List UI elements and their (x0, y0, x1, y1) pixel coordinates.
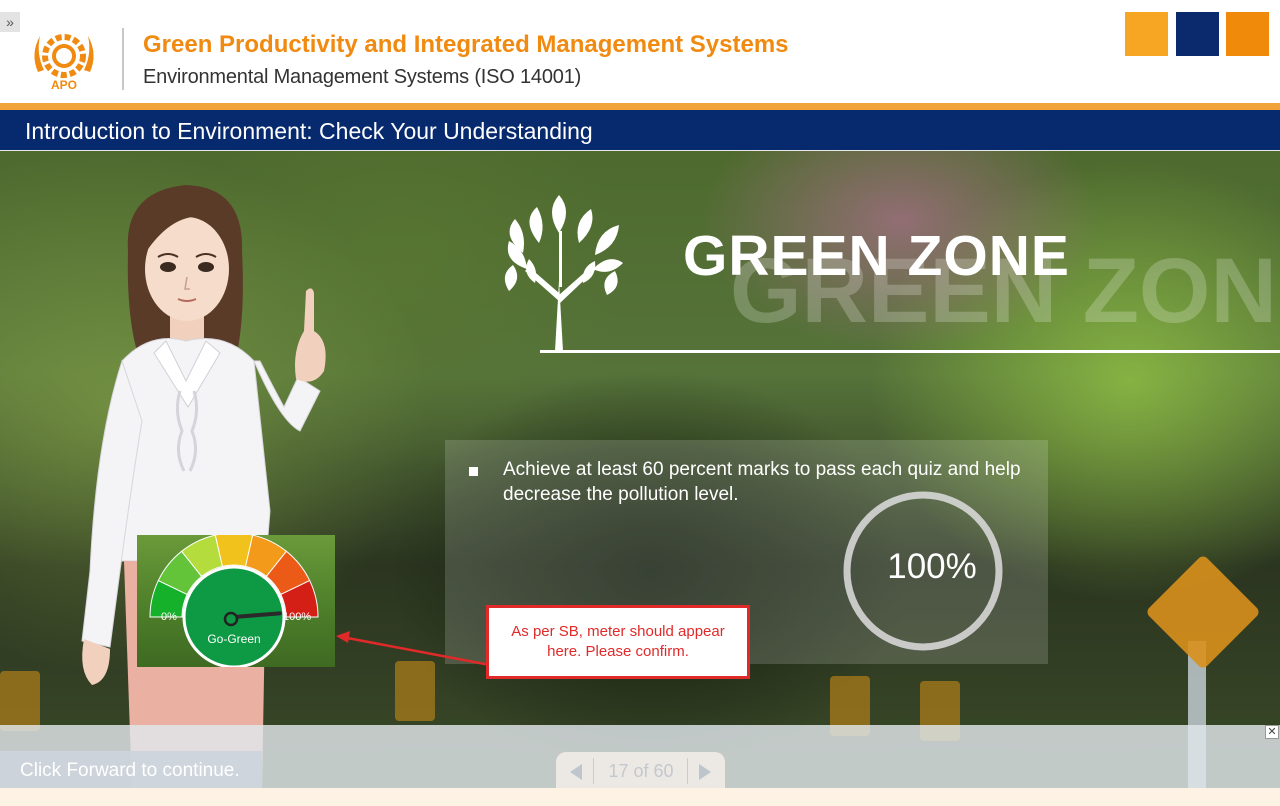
page-counter: 17 of 60 (608, 761, 674, 781)
bullet-icon (469, 467, 478, 476)
logo-text: APO (51, 78, 77, 92)
header-divider (122, 28, 124, 90)
slide-stage: GREEN ZON GREEN ZONE Achieve at least 60… (0, 151, 1280, 788)
nav-divider (687, 758, 688, 784)
header-stripe (0, 103, 1280, 110)
zone-heading: GREEN ZONE (683, 224, 1070, 288)
meter-min-label: 0% (161, 611, 177, 623)
road-sign-icon (0, 671, 40, 731)
review-comment-box: As per SB, meter should appear here. Ple… (486, 605, 750, 679)
meter-center-label: Go-Green (207, 632, 261, 646)
close-bar-button[interactable]: ✕ (1265, 725, 1279, 739)
course-subtitle: Environmental Management Systems (ISO 14… (143, 66, 582, 88)
road-sign-icon (395, 661, 435, 721)
curve-warning-sign-icon (1145, 554, 1261, 670)
meter-max-label: 100% (283, 611, 312, 623)
review-comment-text: As per SB, meter should appear here. Ple… (511, 623, 725, 660)
theme-swatch-dark-orange[interactable] (1226, 12, 1269, 56)
slide-navigation: 17 of 60 (556, 752, 725, 790)
page-title: Introduction to Environment: Check Your … (25, 118, 593, 144)
tree-icon (504, 195, 623, 351)
next-slide-button[interactable] (692, 761, 718, 783)
course-title: Green Productivity and Integrated Manage… (143, 31, 789, 58)
heading-underline (540, 350, 1280, 353)
theme-swatch-orange[interactable] (1125, 12, 1168, 56)
page-title-bar: Introduction to Environment: Check Your … (0, 110, 1280, 151)
theme-swatch-navy[interactable] (1176, 12, 1219, 56)
apo-logo-icon: APO (34, 34, 94, 92)
go-green-meter: 0% 100% Go-Green (137, 535, 335, 667)
nav-divider (593, 758, 594, 784)
previous-slide-button[interactable] (564, 761, 590, 783)
presenter-character (81, 185, 326, 788)
continue-hint: Click Forward to continue. (0, 751, 262, 788)
menu-toggle-button[interactable]: » (0, 12, 20, 32)
meter-dial-icon (149, 535, 319, 667)
footer-strip (0, 788, 1280, 806)
continue-hint-text: Click Forward to continue. (20, 760, 240, 781)
app-header: » APO Green Productivity and Integrated … (0, 0, 1280, 103)
progress-value: 100% (887, 547, 977, 586)
